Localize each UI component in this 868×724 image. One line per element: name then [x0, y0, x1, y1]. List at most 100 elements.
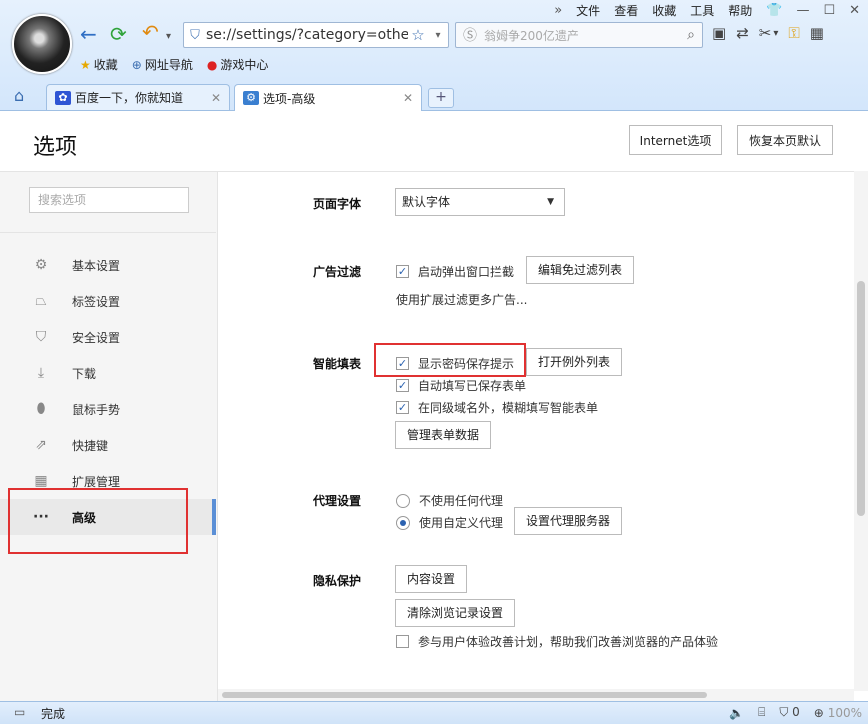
no-proxy-radio[interactable]: 不使用任何代理 — [396, 492, 503, 509]
address-dropdown-icon[interactable]: ▾ — [428, 30, 448, 41]
sidebar-item-shortcuts[interactable]: ⇗ 快捷键 — [0, 427, 216, 463]
sidebar-item-download[interactable]: ⤓ 下载 — [0, 355, 216, 391]
section-title: 代理设置 — [313, 494, 362, 508]
sidebar-item-tabs[interactable]: ⏢ 标签设置 — [0, 283, 216, 319]
scrollbar-thumb[interactable] — [857, 281, 865, 516]
close-icon[interactable]: ✕ — [211, 91, 221, 105]
font-select[interactable]: 默认字体 ▼ — [395, 188, 565, 216]
checkbox-label: 在同级域名外，模糊填写智能表单 — [418, 401, 599, 415]
checkbox-box[interactable]: ✓ — [396, 379, 409, 392]
scissors-dropdown-icon[interactable]: ▾ — [773, 28, 778, 39]
search-icon[interactable]: ⌕ — [680, 27, 702, 43]
security-shield-icon: ⛉ — [190, 27, 200, 43]
home-icon[interactable]: ⌂ — [14, 86, 24, 105]
back-icon[interactable]: ← — [80, 24, 97, 44]
screenshot-icon[interactable]: ▣ — [712, 24, 726, 42]
key-icon[interactable]: ⚿ — [788, 24, 799, 42]
manage-form-data-button[interactable]: 管理表单数据 — [395, 421, 491, 449]
edit-filter-list-button[interactable]: 编辑免过滤列表 — [526, 256, 634, 284]
minimize-icon[interactable]: — — [796, 3, 809, 18]
search-input[interactable]: 翁姆争200亿遗产 — [484, 27, 680, 44]
star-icon: ★ — [80, 57, 91, 72]
menu-tools[interactable]: 工具 — [690, 2, 714, 19]
maximize-icon[interactable]: ☐ — [823, 3, 835, 18]
checkbox-box[interactable] — [396, 635, 409, 648]
sidebar-item-label: 下载 — [72, 366, 97, 381]
custom-proxy-radio[interactable]: 使用自定义代理 — [396, 514, 503, 531]
tab-settings[interactable]: ⚙ 选项-高级 ✕ — [234, 84, 422, 111]
restore-defaults-button[interactable]: 恢复本页默认 — [737, 125, 833, 155]
address-url[interactable]: se://settings/?category=othe — [206, 27, 408, 43]
device-icon[interactable]: ⌸ — [758, 705, 765, 720]
sidebar-item-basic[interactable]: ⚙ 基本设置 — [0, 247, 216, 283]
section-title: 广告过滤 — [313, 265, 362, 279]
favorite-item[interactable]: ⊕ 网址导航 — [132, 56, 193, 73]
close-icon[interactable]: ✕ — [849, 3, 860, 18]
open-exceptions-button[interactable]: 打开例外列表 — [526, 348, 622, 376]
section-title: 页面字体 — [313, 197, 362, 211]
zoom-level: 100% — [827, 705, 862, 720]
sidebar-item-label: 基本设置 — [72, 258, 121, 273]
star-icon[interactable]: ☆ — [408, 26, 428, 44]
highlight-box — [8, 488, 188, 554]
menu-favorites[interactable]: 收藏 — [652, 2, 676, 19]
scrollbar-thumb[interactable] — [222, 692, 707, 698]
new-tab-button[interactable]: + — [428, 88, 454, 108]
autofill-saved-checkbox[interactable]: ✓ 自动填写已保存表单 — [396, 377, 526, 394]
close-icon[interactable]: ✕ — [403, 91, 413, 105]
scissors-icon[interactable]: ✂ — [759, 24, 772, 42]
menu-view[interactable]: 查看 — [614, 2, 638, 19]
radio-label: 使用自定义代理 — [419, 516, 504, 530]
tab-bar: ⌂ ✿ 百度一下，你就知道 ✕ ⚙ 选项-高级 ✕ + — [0, 82, 868, 111]
security-status[interactable]: ⛉ 0 — [779, 705, 799, 720]
favorite-label: 网址导航 — [144, 58, 193, 72]
horizontal-scrollbar[interactable] — [218, 689, 854, 701]
tab-baidu[interactable]: ✿ 百度一下，你就知道 ✕ — [46, 84, 230, 110]
undo-dropdown-icon[interactable]: ▾ — [166, 27, 171, 47]
sidebar-item-mouse-gesture[interactable]: ⬮ 鼠标手势 — [0, 391, 216, 427]
search-box[interactable]: Ⓢ 翁姆争200亿遗产 ⌕ — [455, 22, 703, 48]
section-title: 隐私保护 — [313, 574, 362, 588]
set-proxy-server-button[interactable]: 设置代理服务器 — [514, 507, 622, 535]
sidebar-item-label: 快捷键 — [72, 438, 109, 453]
sidebar-item-security[interactable]: ⛉ 安全设置 — [0, 319, 216, 355]
join-program-checkbox[interactable]: 参与用户体验改善计划，帮助我们改善浏览器的产品体验 — [396, 633, 718, 650]
download-icon: ⤓ — [37, 365, 45, 381]
radio-label: 不使用任何代理 — [419, 494, 504, 508]
avatar[interactable] — [12, 14, 72, 74]
settings-page: 选项 Internet选项 恢复本页默认 搜索选项 ⚙ 基本设置 ⏢ 标签设置 … — [0, 111, 868, 702]
fuzzy-fill-checkbox[interactable]: ✓ 在同级域名外，模糊填写智能表单 — [396, 399, 598, 416]
content-settings-button[interactable]: 内容设置 — [395, 565, 467, 593]
sync-icon[interactable]: ⇄ — [736, 24, 749, 42]
internet-options-button[interactable]: Internet选项 — [629, 125, 722, 155]
section-title: 智能填表 — [313, 357, 362, 371]
popup-block-checkbox[interactable]: ✓ 启动弹出窗口拦截 — [396, 263, 514, 280]
skin-icon[interactable]: 👕 — [766, 3, 782, 18]
shield-icon: ⛉ — [35, 329, 47, 345]
radio-circle[interactable] — [396, 515, 410, 530]
double-chevron-icon[interactable]: » — [554, 3, 562, 18]
speaker-icon[interactable]: 🔈 — [729, 706, 744, 720]
search-engine-icon[interactable]: Ⓢ — [456, 25, 484, 45]
menu-file[interactable]: 文件 — [576, 2, 600, 19]
undo-icon[interactable]: ↶ — [142, 22, 159, 42]
checkbox-label: 自动填写已保存表单 — [418, 379, 527, 393]
zoom-control[interactable]: ⊕ 100% — [814, 706, 862, 720]
vertical-scrollbar[interactable] — [854, 171, 868, 691]
menu-bar: » 文件 查看 收藏 工具 帮助 👕 — ☐ ✕ — [540, 2, 860, 18]
sidebar-search-input[interactable]: 搜索选项 — [29, 187, 189, 213]
checkbox-box[interactable]: ✓ — [396, 401, 409, 414]
radio-circle[interactable] — [396, 493, 410, 508]
favorite-item[interactable]: ★ 收藏 — [80, 56, 118, 73]
toolbar: ▣ ⇄ ✂ ▾ ⚿ ▦ — [712, 24, 824, 42]
menu-help[interactable]: 帮助 — [728, 2, 752, 19]
checkbox-box[interactable]: ✓ — [396, 265, 409, 278]
address-bar[interactable]: ⛉ se://settings/?category=othe ☆ ▾ — [183, 22, 449, 48]
menu-grid-icon[interactable]: ▦ — [810, 24, 824, 42]
tab-label: 选项-高级 — [263, 91, 316, 106]
favorite-item[interactable]: ● 游戏中心 — [207, 56, 269, 73]
favorite-label: 游戏中心 — [220, 58, 269, 72]
status-text: 完成 — [41, 707, 66, 721]
refresh-icon[interactable]: ⟳ — [110, 24, 127, 44]
clear-history-settings-button[interactable]: 清除浏览记录设置 — [395, 599, 515, 627]
